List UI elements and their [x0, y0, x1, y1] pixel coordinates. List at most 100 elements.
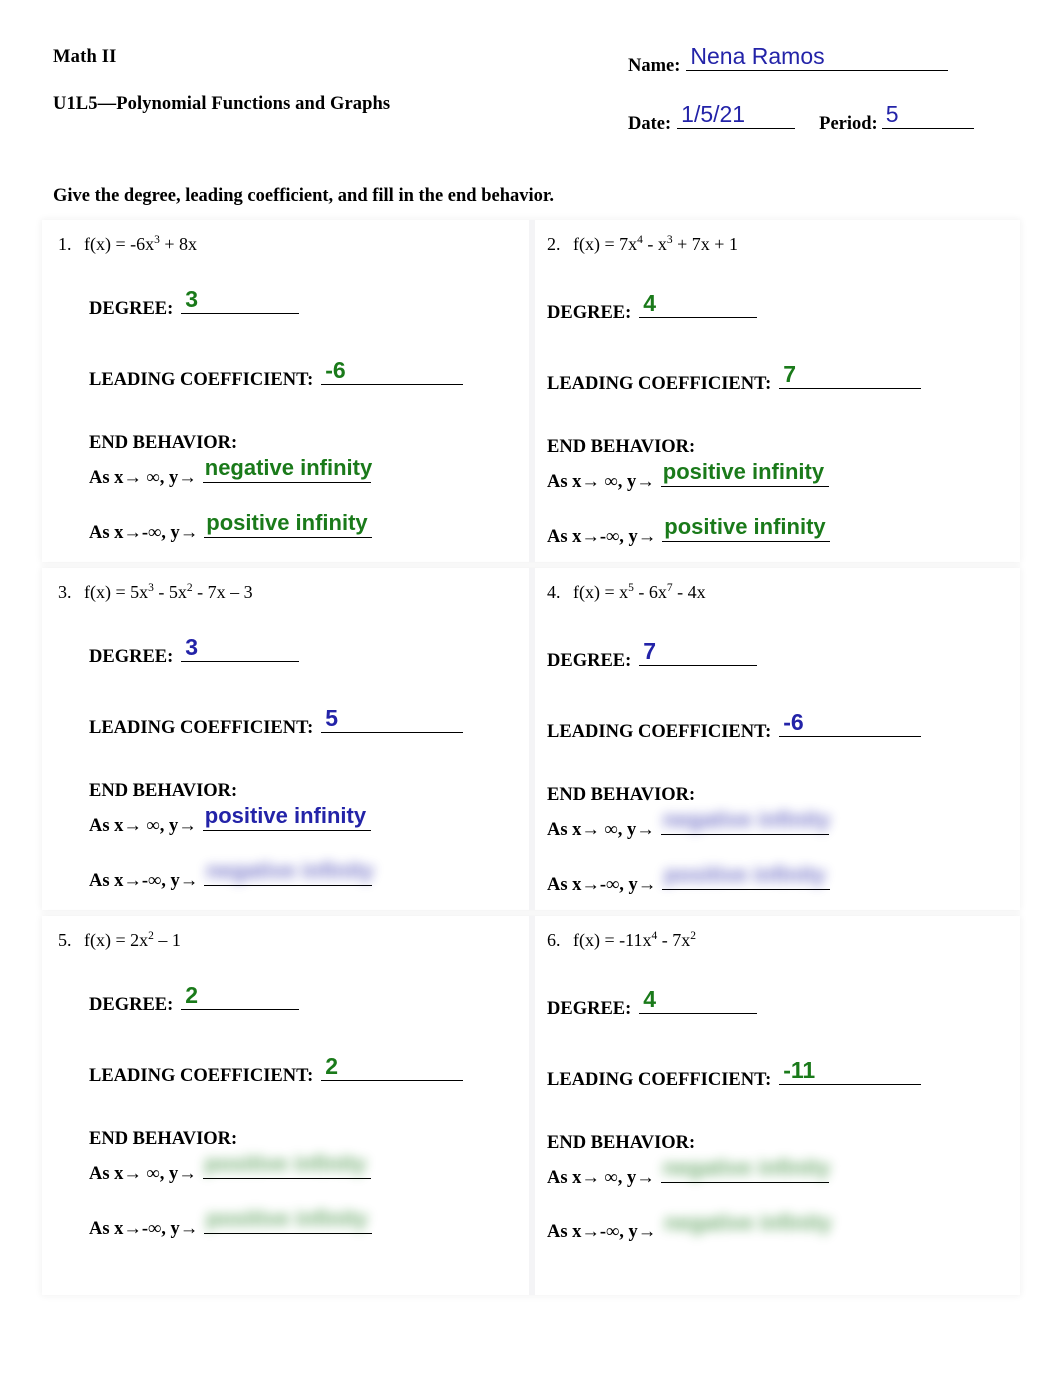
date-period-field-row: Date: 1/5/21 Period: 5: [628, 103, 1028, 135]
degree-row: DEGREE: 3: [89, 634, 300, 668]
problem-cell-1: 1. f(x) = -6x3 + 8x DEGREE: 3 LEADING COE…: [42, 220, 529, 562]
degree-value: 3: [185, 286, 199, 312]
degree-label: DEGREE:: [89, 995, 174, 1015]
leading-coefficient-row: LEADING COEFFICIENT: -6: [89, 359, 464, 391]
end-behavior-negative-input[interactable]: negative infinity: [662, 1212, 831, 1237]
leading-coefficient-row: LEADING COEFFICIENT: -11: [547, 1059, 922, 1091]
header-fields: Name: Nena Ramos Date: 1/5/21 Period: 5: [628, 45, 1028, 135]
end-behavior-negative-row: As x→-∞, y→ positive infinity: [547, 862, 831, 896]
date-input[interactable]: 1/5/21: [677, 103, 796, 129]
end-behavior-negative-input[interactable]: negative infinity: [204, 858, 374, 886]
end-behavior-positive-value: positive infinity: [204, 803, 367, 828]
end-behavior-positive-value: negative infinity: [662, 1155, 831, 1180]
problem-function: f(x) = 5x3 - 5x2 - 7x – 3: [84, 582, 253, 602]
end-behavior-positive-input[interactable]: negative infinity: [660, 809, 830, 835]
period-label: Period:: [819, 114, 878, 134]
end-behavior-block: END BEHAVIOR: As x→ ∞, y→ positive infin…: [89, 781, 374, 892]
name-label: Name:: [628, 56, 681, 76]
degree-input[interactable]: 3: [181, 286, 300, 314]
leading-coefficient-input[interactable]: 2: [321, 1055, 464, 1081]
as-x-to-negative-label: As x→-∞, y→: [89, 871, 199, 891]
leading-coefficient-label: LEADING COEFFICIENT:: [547, 722, 772, 742]
leading-coefficient-label: LEADING COEFFICIENT:: [547, 374, 772, 394]
header-left: Math II U1L5—Polynomial Functions and Gr…: [53, 47, 593, 115]
degree-input[interactable]: 4: [639, 986, 758, 1014]
degree-value: 3: [185, 634, 199, 660]
leading-coefficient-input[interactable]: -6: [321, 359, 464, 385]
degree-label: DEGREE:: [547, 999, 632, 1019]
problem-header: 5. f(x) = 2x2 – 1: [58, 930, 181, 951]
end-behavior-negative-value: positive infinity: [206, 1206, 368, 1231]
problem-cell-2: 2. f(x) = 7x4 - x3 + 7x + 1 DEGREE: 4 LEA…: [535, 220, 1020, 562]
end-behavior-positive-input[interactable]: negative infinity: [202, 455, 373, 483]
end-behavior-negative-input[interactable]: positive infinity: [662, 862, 831, 890]
degree-input[interactable]: 4: [639, 292, 758, 318]
problem-number: 2.: [547, 234, 561, 254]
leading-coefficient-row: LEADING COEFFICIENT: 5: [89, 705, 464, 739]
end-behavior-block: END BEHAVIOR: As x→ ∞, y→ negative infin…: [89, 433, 373, 544]
problem-number: 6.: [547, 930, 561, 950]
as-x-to-positive-label: As x→ ∞, y→: [547, 820, 655, 840]
degree-input[interactable]: 2: [181, 984, 300, 1010]
degree-value: 4: [643, 986, 657, 1012]
degree-row: DEGREE: 3: [89, 286, 300, 320]
problem-cell-4: 4. f(x) = x5 - 6x7 - 4x DEGREE: 7 LEADING…: [535, 568, 1020, 910]
end-behavior-positive-value: positive infinity: [204, 1151, 367, 1176]
date-label: Date:: [628, 114, 672, 134]
leading-coefficient-input[interactable]: -11: [779, 1059, 922, 1085]
as-x-to-negative-label: As x→-∞, y→: [547, 527, 657, 547]
problem-number: 4.: [547, 582, 561, 602]
end-behavior-negative-value: positive infinity: [664, 514, 826, 539]
problem-function: f(x) = 7x4 - x3 + 7x + 1: [573, 234, 738, 254]
problem-number: 1.: [58, 234, 72, 254]
problem-header: 1. f(x) = -6x3 + 8x: [58, 234, 197, 255]
end-behavior-negative-value: negative infinity: [206, 858, 374, 883]
leading-coefficient-row: LEADING COEFFICIENT: 2: [89, 1055, 464, 1087]
leading-coefficient-value: 7: [783, 361, 797, 387]
leading-coefficient-label: LEADING COEFFICIENT:: [547, 1070, 772, 1090]
end-behavior-negative-row: As x→-∞, y→ positive infinity: [89, 1206, 373, 1240]
as-x-to-positive-label: As x→ ∞, y→: [547, 472, 655, 492]
end-behavior-positive-input[interactable]: positive infinity: [202, 1151, 371, 1179]
leading-coefficient-value: 5: [325, 705, 339, 731]
lesson-title: U1L5—Polynomial Functions and Graphs: [53, 94, 391, 114]
end-behavior-positive-input[interactable]: positive infinity: [660, 459, 829, 487]
end-behavior-positive-input[interactable]: negative infinity: [660, 1155, 831, 1183]
period-input[interactable]: 5: [881, 101, 974, 129]
end-behavior-negative-row: As x→-∞, y→ positive infinity: [547, 514, 831, 548]
end-behavior-positive-input[interactable]: positive infinity: [202, 803, 371, 831]
end-behavior-negative-input[interactable]: positive infinity: [204, 512, 373, 538]
end-behavior-positive-value: negative infinity: [204, 455, 373, 480]
as-x-to-negative-label: As x→-∞, y→: [89, 523, 199, 543]
degree-label: DEGREE:: [547, 303, 632, 323]
as-x-to-negative-label: As x→-∞, y→: [547, 1222, 657, 1242]
end-behavior-positive-row: As x→ ∞, y→ negative infinity: [547, 1157, 830, 1189]
degree-input[interactable]: 7: [639, 640, 758, 666]
end-behavior-block: END BEHAVIOR: As x→ ∞, y→ negative infin…: [547, 785, 831, 896]
end-behavior-negative-input[interactable]: positive infinity: [662, 514, 831, 542]
as-x-to-positive-label: As x→ ∞, y→: [89, 1164, 197, 1184]
name-input[interactable]: Nena Ramos: [686, 45, 949, 71]
leading-coefficient-input[interactable]: 7: [779, 361, 922, 389]
end-behavior-positive-row: As x→ ∞, y→ positive infinity: [547, 461, 830, 493]
end-behavior-negative-value: positive infinity: [664, 862, 826, 887]
end-behavior-label: END BEHAVIOR:: [547, 1133, 696, 1153]
leading-coefficient-input[interactable]: -6: [779, 711, 922, 737]
end-behavior-negative-row: As x→-∞, y→ positive infinity: [89, 512, 373, 544]
problem-header: 4. f(x) = x5 - 6x7 - 4x: [547, 582, 706, 603]
end-behavior-block: END BEHAVIOR: As x→ ∞, y→ negative infin…: [547, 1133, 832, 1243]
end-behavior-negative-input[interactable]: positive infinity: [204, 1206, 373, 1234]
end-behavior-positive-row: As x→ ∞, y→ positive infinity: [89, 1153, 372, 1185]
leading-coefficient-label: LEADING COEFFICIENT:: [89, 1066, 314, 1086]
problem-cell-3: 3. f(x) = 5x3 - 5x2 - 7x – 3 DEGREE: 3 LE…: [42, 568, 529, 910]
period-value: 5: [885, 101, 899, 127]
as-x-to-negative-label: As x→-∞, y→: [89, 1219, 199, 1239]
end-behavior-label: END BEHAVIOR:: [89, 781, 238, 801]
degree-label: DEGREE:: [89, 299, 174, 319]
end-behavior-positive-value: positive infinity: [662, 459, 825, 484]
degree-input[interactable]: 3: [181, 634, 300, 662]
leading-coefficient-input[interactable]: 5: [321, 705, 464, 733]
leading-coefficient-row: LEADING COEFFICIENT: 7: [547, 361, 922, 395]
problem-header: 6. f(x) = -11x4 - 7x2: [547, 930, 696, 951]
degree-row: DEGREE: 4: [547, 292, 758, 324]
